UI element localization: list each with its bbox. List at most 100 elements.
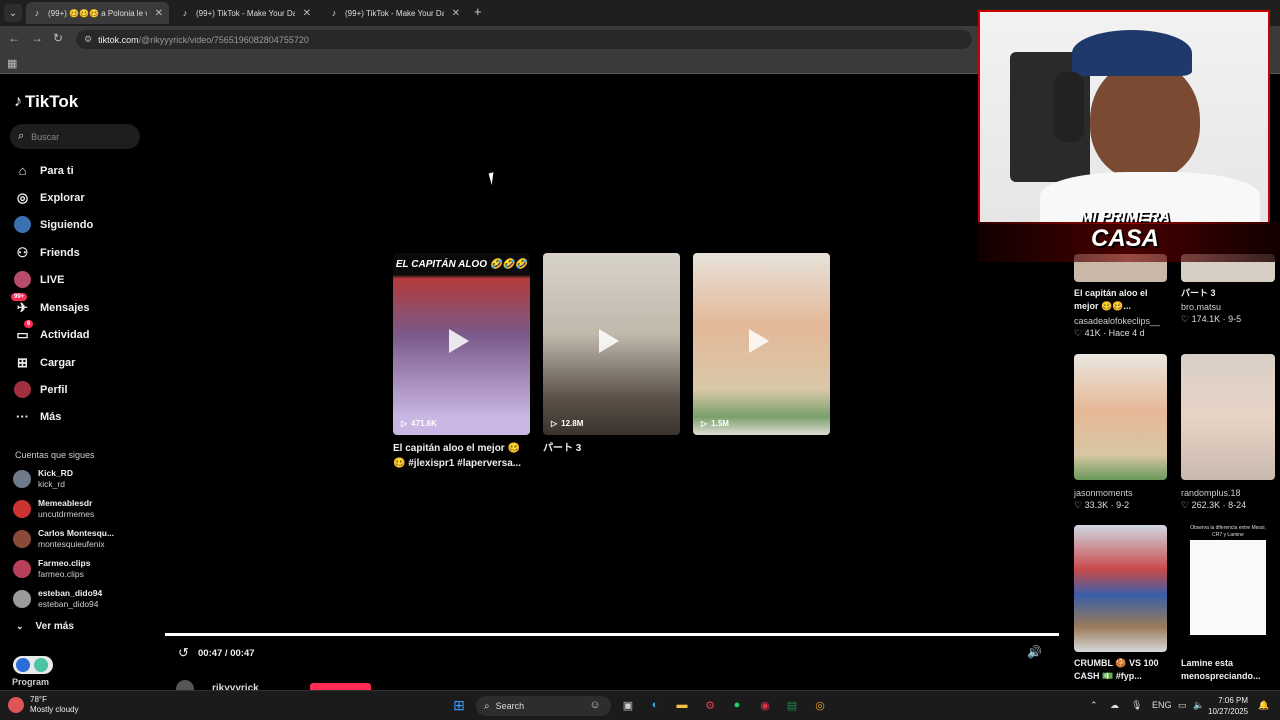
- reload-icon[interactable]: ↻: [53, 31, 63, 45]
- related-video-user[interactable]: randomplus.18: [1181, 488, 1241, 498]
- video-progress-bar[interactable]: [165, 633, 1059, 636]
- windows-start-icon[interactable]: ⊞: [451, 697, 467, 713]
- back-icon[interactable]: ←: [8, 31, 20, 45]
- mic-icon[interactable]: 🎙: [1131, 700, 1142, 711]
- nav-item-para-ti[interactable]: ⌂ Para ti: [14, 162, 74, 179]
- avatar: [13, 530, 31, 548]
- video-card[interactable]: EL CAPITÁN ALOO 🤣🤣🤣 ▷ 471.6K: [393, 253, 530, 435]
- following-account[interactable]: Carlos Montesqu... montesquieufenix: [13, 528, 114, 550]
- related-video-thumb[interactable]: Observa la diferencia entre Messi, CR7 y…: [1181, 525, 1275, 637]
- nav-item-siguiendo[interactable]: Siguiendo: [14, 216, 93, 233]
- tiktok-logo[interactable]: ♪ TikTok: [14, 92, 78, 112]
- tiktok-favicon-icon: ♪: [34, 8, 40, 18]
- nav-item-actividad[interactable]: ▭ 6 Actividad: [14, 320, 90, 343]
- nav-item-perfil[interactable]: Perfil: [14, 381, 68, 398]
- close-tab-icon[interactable]: ✕: [303, 8, 311, 19]
- edge-icon[interactable]: ◐: [647, 697, 663, 713]
- new-tab-button[interactable]: +: [474, 4, 482, 19]
- following-account[interactable]: Kick_RD kick_rd: [13, 468, 73, 490]
- browser-tab-3[interactable]: ♪ (99+) TikTok - Make Your Day ✕: [323, 2, 466, 24]
- tab-label: (99+) TikTok - Make Your Day: [196, 8, 295, 18]
- tiktok-sidebar: ♪ TikTok ⌕ Buscar ⌂ Para ti ◎ Explorar S…: [0, 75, 165, 690]
- tab-search-dropdown-icon[interactable]: ⌄: [4, 4, 22, 22]
- avatar: [13, 500, 31, 518]
- nav-item-friends[interactable]: ⚇ Friends: [14, 244, 80, 261]
- logo-text: TikTok: [25, 92, 79, 111]
- tray-chevron-icon[interactable]: ⌃: [1090, 700, 1098, 711]
- speaker-icon[interactable]: 🔈: [1193, 700, 1204, 711]
- search-input[interactable]: ⌕ Buscar: [10, 124, 140, 149]
- related-video-user[interactable]: casadealofokeclips__: [1074, 316, 1160, 326]
- related-video-user[interactable]: bro.matsu: [1181, 302, 1221, 312]
- follow-button[interactable]: [310, 683, 371, 690]
- close-tab-icon[interactable]: ✕: [452, 8, 460, 19]
- account-handle: uncutdrmemes: [38, 509, 95, 519]
- related-video-title[interactable]: パート 3: [1181, 287, 1216, 300]
- weather-widget[interactable]: 78°F Mostly cloudy: [8, 695, 78, 715]
- nav-label: Para ti: [40, 164, 74, 177]
- nav-item-explorar[interactable]: ◎ Explorar: [14, 189, 85, 206]
- following-account[interactable]: esteban_dido94 esteban_dido94: [13, 588, 102, 610]
- replay-icon[interactable]: ↺: [178, 645, 189, 661]
- url-path: /@rikyyyrick/video/7565196082804755720: [138, 34, 309, 45]
- spotify-icon[interactable]: ●: [729, 697, 745, 713]
- nav-item-cargar[interactable]: ⊞ Cargar: [14, 354, 75, 371]
- messages-icon: ✈ 99+: [11, 293, 31, 316]
- notification-bell-icon[interactable]: 🔔: [1258, 700, 1269, 711]
- related-video-thumb[interactable]: [1074, 354, 1167, 480]
- excel-icon[interactable]: ▤: [784, 697, 800, 713]
- volume-icon[interactable]: 🔊: [1027, 645, 1042, 659]
- stream-logo-line2: CASA: [1090, 225, 1159, 252]
- nav-item-mas[interactable]: ··· Más: [14, 408, 61, 425]
- author-name[interactable]: rikyyyrick: [212, 683, 259, 690]
- weather-desc: Mostly cloudy: [30, 705, 79, 714]
- browser-tab-2[interactable]: ♪ (99+) TikTok - Make Your Day ✕: [174, 2, 317, 24]
- video-card[interactable]: ▷ 12.8M: [543, 253, 680, 435]
- play-icon: [599, 329, 619, 353]
- apps-grid-icon[interactable]: ▦: [7, 57, 17, 70]
- nav-item-live[interactable]: LIVE: [14, 271, 64, 288]
- system-clock[interactable]: 7:06 PM 10/27/2025: [1208, 695, 1248, 717]
- nav-label: Siguiendo: [40, 218, 94, 231]
- related-video-thumb[interactable]: [1074, 525, 1167, 652]
- profile-icon: [14, 381, 31, 398]
- close-tab-icon[interactable]: ✕: [155, 8, 163, 19]
- app-toggle[interactable]: [13, 656, 53, 674]
- related-video-stats: ♡ 174.1K · 9-5: [1181, 314, 1242, 324]
- search-icon: ⌕: [484, 700, 490, 712]
- task-view-icon[interactable]: ▣: [620, 697, 636, 713]
- related-video-user[interactable]: jasonmoments: [1074, 488, 1133, 498]
- app-icon[interactable]: ⚙: [702, 697, 718, 713]
- see-more-button[interactable]: ⌄ Ver más: [16, 621, 74, 632]
- play-count-icon: ▷: [551, 419, 558, 428]
- nav-item-mensajes[interactable]: ✈ 99+ Mensajes: [11, 293, 90, 316]
- nav-label: Perfil: [40, 383, 68, 396]
- widget-icon[interactable]: ☺: [587, 697, 603, 713]
- following-account[interactable]: Memeablesdr uncutdrmemes: [13, 498, 94, 520]
- wifi-icon[interactable]: ▭: [1178, 700, 1187, 711]
- browser-tab-1[interactable]: ♪ (99+) 🥴🥴🥴 a Polonia le va a ✕: [26, 2, 169, 24]
- forward-icon[interactable]: →: [31, 31, 43, 45]
- tab-label: (99+) 🥴🥴🥴 a Polonia le va a: [48, 8, 147, 18]
- related-video-title[interactable]: Lamine esta menospreciando...: [1181, 657, 1277, 683]
- following-account[interactable]: Farmeo.clips farmeo.clips: [13, 558, 90, 580]
- related-video-title[interactable]: El capitán aloo el mejor 🥴🥴...: [1074, 287, 1170, 313]
- video-card-title[interactable]: El capitán aloo el mejor 🥴🥴 #jlexispr1 #…: [393, 441, 530, 471]
- related-video-thumb[interactable]: [1181, 354, 1275, 480]
- language-indicator[interactable]: ENG: [1152, 700, 1172, 710]
- site-info-icon[interactable]: ⚙: [84, 34, 92, 45]
- see-more-label: Ver más: [35, 621, 74, 632]
- chrome-icon[interactable]: ◎: [812, 697, 828, 713]
- video-card-title[interactable]: パート 3: [543, 441, 680, 456]
- network-cloud-icon[interactable]: ☁: [1110, 700, 1119, 711]
- video-card[interactable]: ▷ 1.5M: [693, 253, 830, 435]
- webcam-overlay: [978, 10, 1270, 224]
- obs-icon[interactable]: ◉: [757, 697, 773, 713]
- author-avatar[interactable]: [176, 680, 194, 690]
- url-field[interactable]: ⚙ tiktok.com /@rikyyyrick/video/75651960…: [76, 30, 972, 49]
- related-video-title[interactable]: CRUMBL 🍪 VS 100 CASH 💵 #fyp...: [1074, 657, 1174, 683]
- file-explorer-icon[interactable]: ▬: [674, 697, 690, 713]
- person-head-shape: [1090, 60, 1200, 180]
- weather-temp: 78°F: [30, 695, 47, 704]
- more-icon: ···: [16, 409, 29, 424]
